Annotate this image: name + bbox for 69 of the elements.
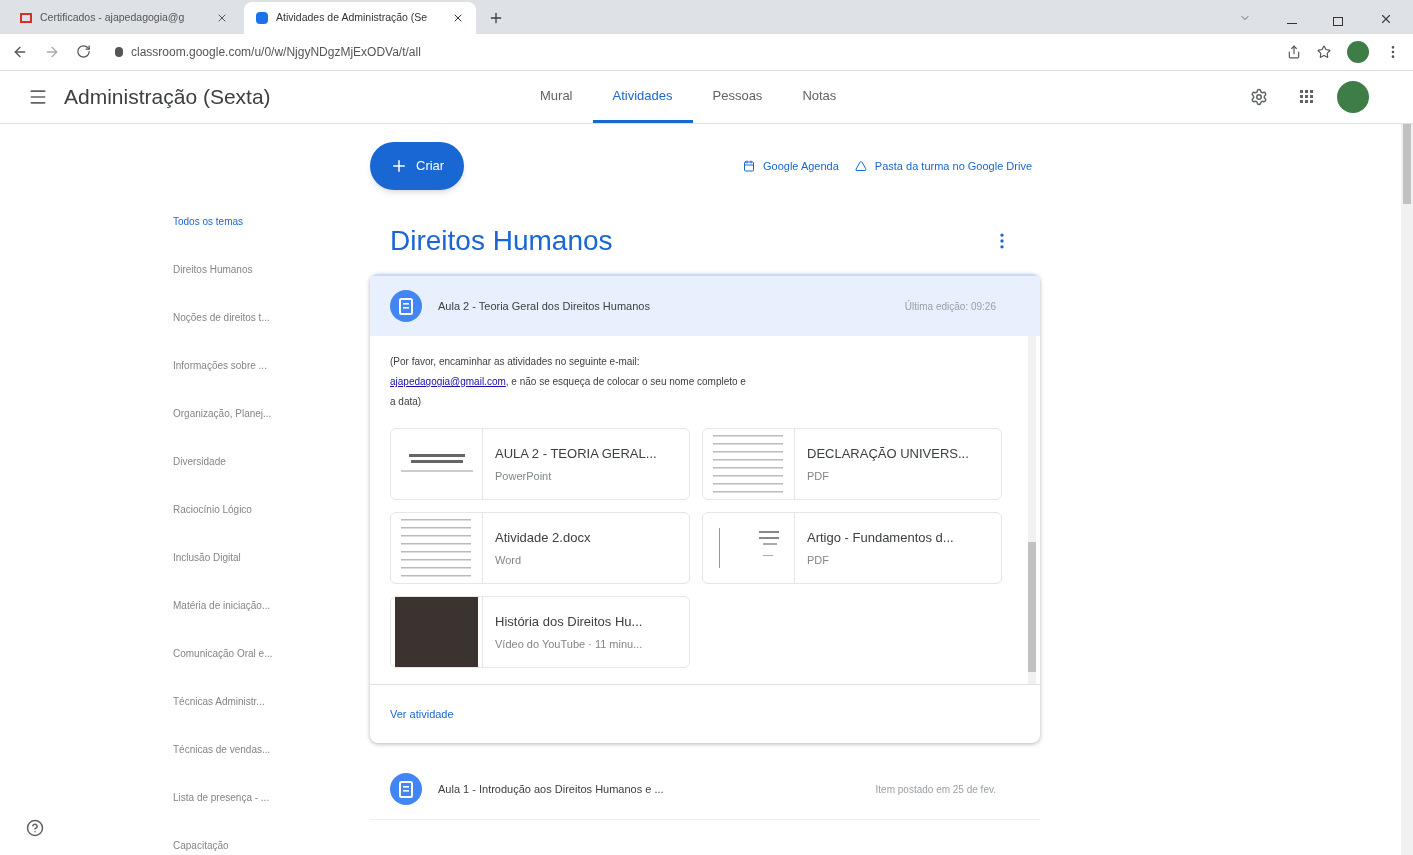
settings-icon[interactable] — [1250, 87, 1268, 106]
assignment-row[interactable]: Aula 1 - Introdução aos Direitos Humanos e ... Item postado em 25 de fev. — [370, 759, 1040, 820]
avatar[interactable] — [1347, 40, 1369, 63]
attachment-card[interactable]: Artigo - Fundamentos d... PDF — [702, 512, 1002, 584]
topic-link[interactable]: Raciocínio Lógico — [173, 500, 370, 519]
attachment-type: PDF — [807, 468, 830, 484]
topic-link[interactable]: Diversidade — [173, 452, 370, 471]
topic-link[interactable]: Técnicas Administr... — [173, 692, 370, 711]
topic-link[interactable]: Capacitação — [173, 836, 370, 855]
topic-link[interactable]: Organização, Planej... — [173, 404, 370, 423]
attachment-card[interactable]: DECLARAÇÃO UNIVERS... PDF — [702, 428, 1002, 500]
plus-icon — [390, 157, 408, 175]
reload-icon[interactable] — [76, 44, 91, 60]
assignment-meta: Última edição: 09:26 — [904, 299, 996, 314]
minimize-icon[interactable] — [1287, 22, 1297, 24]
nav-tab[interactable]: Mural — [520, 70, 593, 123]
attachment-title: História dos Direitos Hu... — [495, 613, 643, 631]
nav-tab[interactable]: Notas — [782, 70, 857, 123]
calendar-icon — [743, 160, 755, 172]
toolbar-link[interactable]: Pasta da turma no Google Drive — [854, 157, 1032, 175]
attachment-title: AULA 2 - TEORIA GERAL... — [495, 445, 657, 463]
apps-icon[interactable] — [1300, 90, 1313, 104]
tab-title: Certificados - ajapedagogia@g — [40, 9, 186, 25]
view-assignment-link[interactable]: Ver atividade — [390, 705, 454, 723]
topic-link[interactable]: Noções de direitos t... — [173, 308, 370, 327]
attachment-title: DECLARAÇÃO UNIVERS... — [807, 445, 969, 463]
restore-icon[interactable] — [1333, 16, 1343, 26]
topic-link[interactable]: Todos os temas — [173, 212, 370, 231]
browser-tab[interactable]: Atividades de Administração (Se — [244, 1, 476, 34]
assignment-title: Aula 1 - Introdução aos Direitos Humanos e ... — [438, 781, 665, 797]
section-title: Direitos Humanos — [390, 224, 614, 258]
assignment-icon — [390, 290, 422, 322]
assignment-meta: Item postado em 25 de fev. — [875, 782, 996, 797]
mail-icon — [20, 12, 32, 23]
attachment-type: Vídeo do YouTube · 11 minu... — [495, 636, 643, 652]
assignment-icon — [390, 773, 422, 805]
attachment-type: Word — [495, 552, 523, 568]
topic-link[interactable]: Matéria de iniciação... — [173, 596, 370, 615]
topic-link[interactable]: Comunicação Oral e... — [173, 644, 370, 663]
star-icon[interactable] — [1317, 44, 1331, 59]
page-scrollbar[interactable] — [1401, 124, 1413, 855]
attachment-title: Artigo - Fundamentos d... — [807, 529, 954, 547]
attachment-type: PowerPoint — [495, 468, 553, 484]
attachment-card[interactable]: História dos Direitos Hu... Vídeo do YouTube · 11 minu... — [390, 596, 690, 668]
class-title: Administração (Sexta) — [64, 84, 271, 111]
attachment-title: Atividade 2.docx — [495, 529, 591, 547]
email-link[interactable]: ajapedagogia@gmail.com — [390, 376, 506, 387]
create-button[interactable]: Criar — [370, 142, 465, 190]
share-icon[interactable] — [1287, 44, 1301, 59]
topic-link[interactable]: Direitos Humanos — [173, 260, 370, 279]
attachment-card[interactable]: AULA 2 - TEORIA GERAL... PowerPoint — [390, 428, 690, 500]
assignment-description: (Por favor, encaminhar as atividades no seguinte e-mail: ajapedagogia@gmail.com, e não se esqueça de colocar o seu nome completo e a data) — [390, 355, 747, 409]
topic-link[interactable]: Lista de presença - ... — [173, 788, 370, 807]
attachment-type: PDF — [807, 552, 830, 568]
scrollbar[interactable] — [1028, 336, 1036, 684]
toolbar-link[interactable]: Google Agenda — [743, 157, 839, 175]
nav-tab[interactable]: Pessoas — [692, 70, 783, 123]
attachment-card[interactable]: Atividade 2.docx Word — [390, 512, 690, 584]
help-icon[interactable] — [26, 819, 44, 837]
topic-link[interactable]: Técnicas de vendas... — [173, 740, 370, 759]
avatar[interactable] — [1337, 80, 1369, 113]
nav-tab[interactable]: Atividades — [592, 70, 693, 123]
topic-link[interactable]: Inclusão Digital — [173, 548, 370, 567]
lock-icon — [115, 46, 123, 57]
classroom-icon — [256, 11, 268, 24]
tab-title: Atividades de Administração (Se — [276, 9, 429, 25]
assignment-title: Aula 2 - Teoria Geral dos Direitos Humanos — [438, 298, 651, 314]
topic-link[interactable]: Informações sobre ... — [173, 356, 370, 375]
browser-tab[interactable]: Certificados - ajapedagogia@g — [8, 1, 240, 34]
